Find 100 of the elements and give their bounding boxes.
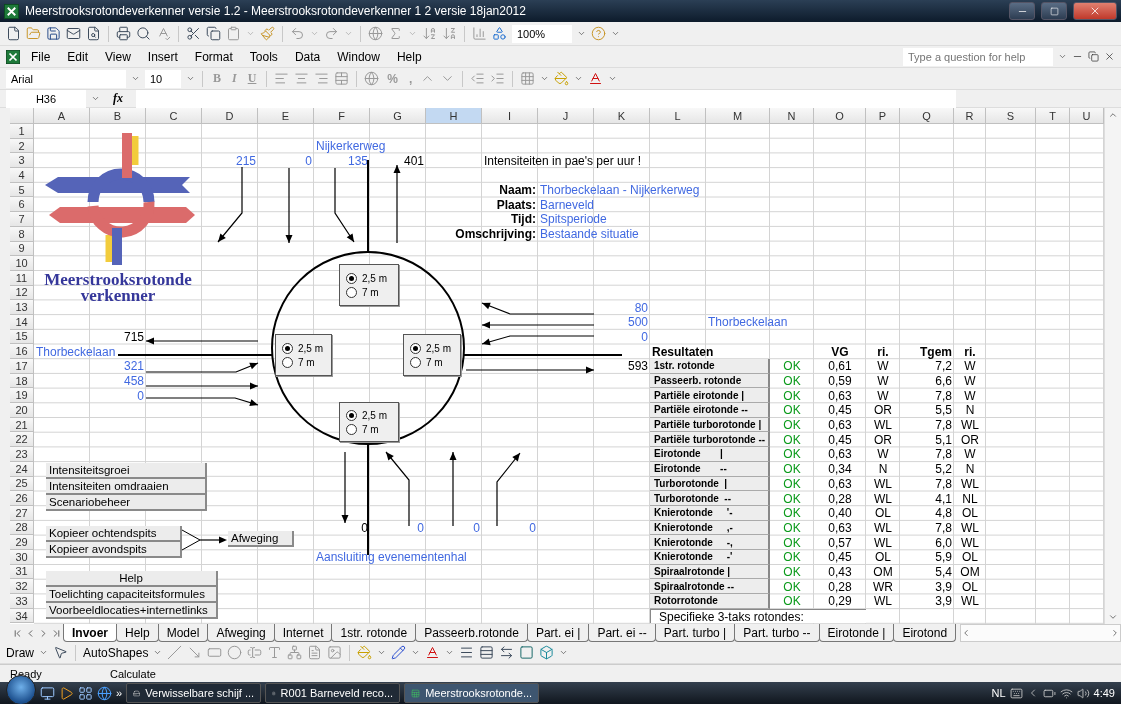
row-header[interactable]: 3 [10,153,34,169]
caret-icon[interactable] [577,29,586,38]
cut-icon[interactable] [186,26,201,41]
radio-button[interactable] [346,272,357,284]
menu-item[interactable]: Data [288,49,327,64]
column-header[interactable]: E [258,108,314,124]
restore-button[interactable] [1041,2,1067,20]
volume-input[interactable]: 500 [594,314,650,330]
sort-descending-icon[interactable] [442,26,457,41]
document-search-icon[interactable] [86,26,101,41]
column-header[interactable]: R [954,108,986,124]
increase-indent-icon[interactable] [490,71,506,86]
row-header[interactable]: 4 [10,168,34,183]
caret-icon[interactable] [310,29,319,38]
column-header[interactable]: D [202,108,258,124]
row-header[interactable]: 23 [10,447,34,462]
copy-icon[interactable] [206,26,221,41]
sort-ascending-icon[interactable] [422,26,437,41]
volume-icon[interactable] [1076,686,1090,700]
caret-icon[interactable] [411,648,421,657]
menu-item[interactable]: Help [390,49,428,64]
network-icon[interactable] [1059,686,1073,700]
spelling-icon[interactable] [156,26,171,41]
macro-button[interactable]: Intensiteiten omdraaien [46,479,207,495]
caret-icon[interactable] [559,648,569,657]
mail-icon[interactable] [66,26,81,41]
radio-button[interactable] [346,409,357,421]
diagram-icon[interactable] [287,645,303,660]
redo-icon[interactable] [324,26,339,41]
menu-item[interactable]: Format [188,49,239,64]
result-button[interactable]: 1str. rotonde [650,359,770,374]
line-icon[interactable] [167,645,183,660]
caret-icon[interactable] [1058,52,1067,61]
taskbar-button[interactable]: Verwisselbare schijf ... [126,683,262,703]
row-header[interactable]: 29 [10,535,34,550]
column-header[interactable]: B [90,108,146,124]
column-header[interactable]: A [34,108,90,124]
menu-item[interactable]: Window [331,49,386,64]
menu-item[interactable]: Edit [61,49,95,64]
result-button[interactable]: Rotorrotonde [650,594,770,609]
arrow-style-icon[interactable] [499,645,515,660]
row-header[interactable]: 33 [10,594,34,609]
shadow-icon[interactable] [519,645,535,660]
radio-button[interactable] [346,286,357,298]
caret-icon[interactable] [39,648,48,657]
result-button[interactable]: Partiële eirotonde | [650,388,770,404]
keyboard-icon[interactable] [1009,686,1023,700]
help-icon[interactable] [591,26,606,41]
column-header[interactable]: F [314,108,370,124]
undo-icon[interactable] [290,26,305,41]
print-icon[interactable] [116,26,131,41]
row-header[interactable]: 16 [10,344,34,359]
volume-input[interactable]: 215 [202,153,258,169]
volume-input[interactable]: 135 [314,153,370,169]
font-color-icon[interactable] [588,71,604,86]
fill-color-icon[interactable] [554,71,570,86]
caret-icon[interactable] [344,29,353,38]
result-button[interactable]: Partiële eirotonde -- [650,403,770,418]
fill-color-icon[interactable] [357,645,373,660]
macro-button[interactable]: Kopieer ochtendspits [46,526,182,542]
column-header[interactable]: L [650,108,706,124]
caret-icon[interactable] [611,29,620,38]
info-value[interactable]: Spitsperiode [538,212,706,227]
windows-icon[interactable] [78,685,93,701]
restore-icon[interactable] [1088,51,1099,62]
radio-button[interactable] [282,356,293,368]
radio-button[interactable] [346,423,357,435]
volume-input[interactable]: 0 [482,520,538,536]
result-button[interactable]: Partiële turborotonde -- [650,432,770,448]
font-color-icon[interactable] [425,645,441,660]
result-button[interactable]: Knierotonde -, [650,535,770,550]
borders-icon[interactable] [520,71,536,86]
3d-icon[interactable] [539,645,555,660]
column-header[interactable]: O [814,108,866,124]
autosum-icon[interactable] [388,26,403,41]
result-button[interactable]: Eirotonde | [650,447,770,462]
taskbar-button[interactable]: Meerstrooksrotonde... [404,683,540,703]
line-style-icon[interactable] [459,645,475,660]
volume-input[interactable]: 80 [594,300,650,315]
row-header[interactable]: 1 [10,124,34,139]
picture-icon[interactable] [327,645,343,660]
merge-cells-icon[interactable] [334,71,350,86]
chart-icon[interactable] [472,26,487,41]
volume-input[interactable]: 0 [90,388,146,404]
first-sheet-icon[interactable] [12,627,23,639]
info-value[interactable]: Thorbeckelaan - Nijkerkerweg [538,182,706,198]
result-button[interactable]: Spiraalrotonde -- [650,579,770,594]
more-button[interactable]: » [116,687,123,699]
decrease-indent-icon[interactable] [470,71,486,86]
caret-icon[interactable] [186,74,195,83]
row-header[interactable]: 22 [10,432,34,448]
wordart-icon[interactable] [267,645,283,660]
radio-button[interactable] [410,356,421,368]
folder-icon[interactable] [26,26,41,41]
line-color-icon[interactable] [391,645,407,660]
column-header[interactable]: K [594,108,650,124]
scroll-down-icon[interactable] [1108,612,1118,622]
drawing-icon[interactable] [492,26,507,41]
oval-icon[interactable] [227,645,243,660]
help-search-field[interactable]: Type a question for help [903,47,1053,66]
